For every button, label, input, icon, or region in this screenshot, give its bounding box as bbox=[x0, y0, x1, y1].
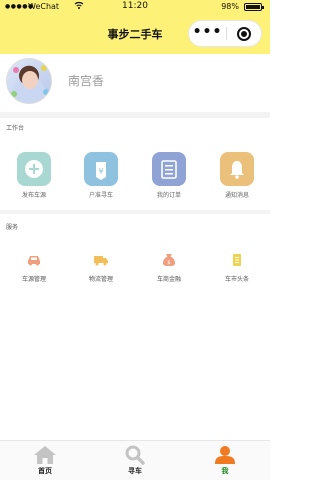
section-divider bbox=[0, 112, 270, 118]
services-title: 服务 bbox=[6, 224, 19, 231]
mini-program-capsule: ••• bbox=[188, 20, 262, 47]
tab-me-label: 我 bbox=[221, 467, 229, 475]
avatar[interactable] bbox=[6, 58, 52, 104]
tab-find-car-label: 寻车 bbox=[128, 467, 142, 475]
battery-icon bbox=[244, 3, 264, 11]
notifications-label: 通知消息 bbox=[224, 192, 249, 199]
dealer-finance-label: 车商金融 bbox=[156, 276, 181, 283]
truck-icon bbox=[93, 253, 109, 267]
tab-find-car[interactable]: 寻车 bbox=[90, 441, 180, 480]
tab-bar: 首页 寻车 我 bbox=[0, 440, 270, 480]
status-bar: ●●●●● WeChat 11:20 98% bbox=[0, 0, 270, 14]
search-icon bbox=[125, 445, 145, 465]
publish-car-label: 发布车源 bbox=[21, 192, 46, 199]
tab-me[interactable]: 我 bbox=[180, 441, 270, 480]
find-car-button[interactable]: ¥ 户准寻车 bbox=[71, 152, 131, 199]
publish-car-button[interactable]: 发布车源 bbox=[4, 152, 64, 199]
capsule-divider bbox=[226, 27, 227, 40]
logistics-management-label: 物流管理 bbox=[88, 276, 113, 283]
document-icon bbox=[229, 253, 245, 267]
plus-circle-icon bbox=[17, 152, 51, 186]
more-menu-button[interactable]: ••• bbox=[189, 21, 226, 46]
money-bag-icon: $ bbox=[161, 253, 177, 267]
market-headlines-label: 车市头条 bbox=[224, 276, 249, 283]
tab-home-label: 首页 bbox=[38, 467, 52, 475]
nav-bar: 事步二手车 ••• bbox=[0, 14, 270, 54]
tab-home[interactable]: 首页 bbox=[0, 441, 90, 480]
workbench-title: 工作台 bbox=[6, 125, 25, 132]
find-car-label: 户准寻车 bbox=[88, 192, 113, 199]
close-mini-program-button[interactable] bbox=[237, 27, 251, 41]
section-divider bbox=[0, 210, 270, 214]
home-icon bbox=[34, 446, 56, 464]
logistics-management-button[interactable]: 物流管理 bbox=[71, 253, 131, 283]
my-orders-label: 我的订单 bbox=[156, 192, 181, 199]
profile-header[interactable]: 南宫香 bbox=[0, 54, 270, 112]
user-icon bbox=[215, 446, 235, 464]
bell-icon bbox=[220, 152, 254, 186]
battery-percent: 98% bbox=[221, 2, 239, 11]
notifications-button[interactable]: 通知消息 bbox=[207, 152, 267, 199]
svg-text:$: $ bbox=[167, 260, 171, 266]
car-source-management-button[interactable]: 车源管理 bbox=[4, 253, 64, 283]
market-headlines-button[interactable]: 车市头条 bbox=[207, 253, 267, 283]
username: 南宫香 bbox=[68, 74, 105, 88]
car-source-management-label: 车源管理 bbox=[21, 276, 46, 283]
clipboard-icon bbox=[152, 152, 186, 186]
car-icon bbox=[26, 253, 42, 267]
svg-text:¥: ¥ bbox=[98, 167, 103, 176]
price-tag-icon: ¥ bbox=[84, 152, 118, 186]
dealer-finance-button[interactable]: $ 车商金融 bbox=[139, 253, 199, 283]
my-orders-button[interactable]: 我的订单 bbox=[139, 152, 199, 199]
